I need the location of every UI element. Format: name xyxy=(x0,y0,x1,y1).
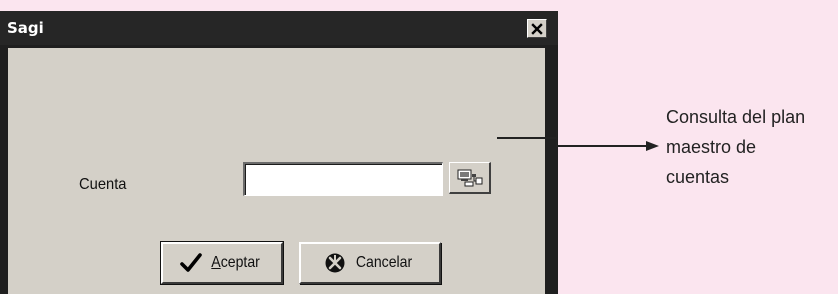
callout-line-2: maestro de xyxy=(666,137,757,157)
callout-line-1: Consulta del plan xyxy=(666,107,806,127)
account-lookup-button[interactable] xyxy=(449,162,491,194)
cancel-icon xyxy=(325,253,345,273)
account-input[interactable] xyxy=(243,162,443,196)
sagi-dialog-window: Sagi Cuenta Aceptar Cancelar xyxy=(0,11,558,294)
callout-text: Consulta del plan maestro de cuentas xyxy=(666,102,805,192)
dialog-body: Cuenta Aceptar Cancelar xyxy=(8,48,545,294)
account-lookup-icon xyxy=(457,169,482,186)
cancel-button[interactable]: Cancelar xyxy=(299,242,441,284)
close-icon xyxy=(531,22,543,35)
account-label: Cuenta xyxy=(79,176,127,193)
callout-arrow xyxy=(556,130,659,151)
cancel-button-label: Cancelar xyxy=(355,254,413,271)
window-title: Sagi xyxy=(7,19,44,37)
accept-button[interactable]: Aceptar xyxy=(160,241,284,285)
accept-button-label: Aceptar xyxy=(211,254,261,271)
checkmark-icon xyxy=(180,253,203,272)
callout-line-dialog xyxy=(497,137,556,139)
title-bar[interactable]: Sagi xyxy=(0,11,558,45)
callout-line-3: cuentas xyxy=(666,167,730,187)
close-button[interactable] xyxy=(527,19,547,38)
